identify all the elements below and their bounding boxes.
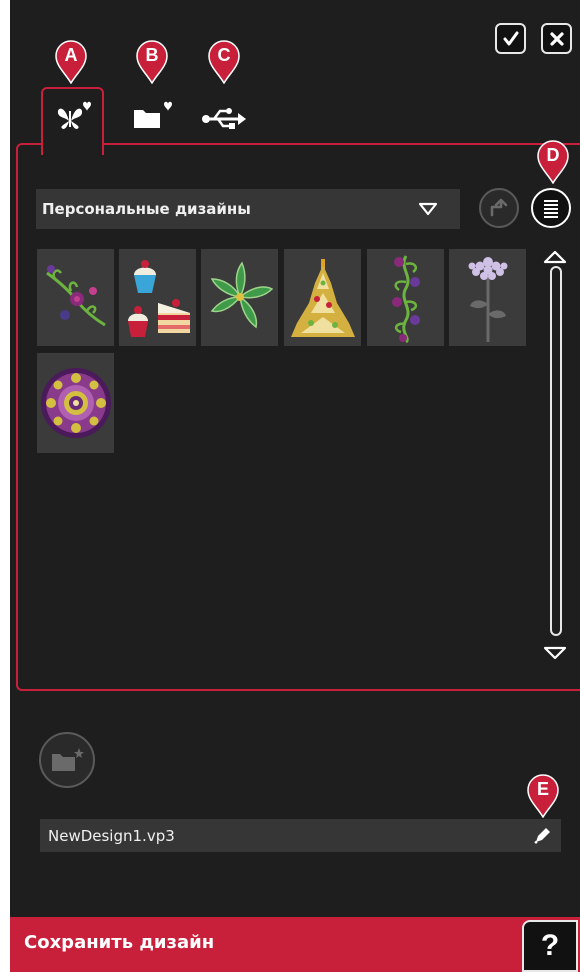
design-thumbnail[interactable] (201, 249, 278, 346)
flower-border-design-icon (391, 254, 420, 343)
page-title: Сохранить дизайн (24, 932, 215, 953)
personal-designs-icon (57, 101, 91, 129)
design-thumbnail[interactable] (449, 249, 526, 346)
close-button[interactable] (541, 23, 572, 54)
design-thumbnail[interactable] (119, 249, 196, 346)
new-folder-icon (52, 748, 84, 771)
usb-icon (202, 108, 246, 129)
filename-field[interactable]: NewDesign1.vp3 (40, 819, 561, 852)
marker-a: A (55, 40, 87, 88)
lilac-flower-design-icon (468, 256, 507, 342)
folder-select-label: Персональные дизайны (42, 200, 251, 218)
chevron-down-icon (418, 202, 438, 216)
tab-personal-files[interactable] (130, 98, 178, 134)
help-button[interactable]: ? (522, 920, 578, 972)
design-thumbnail[interactable] (367, 249, 444, 346)
scroll-up-arrow[interactable] (543, 250, 567, 264)
bottom-title-bar: Сохранить дизайн (10, 917, 580, 972)
confirm-button[interactable] (495, 23, 526, 54)
list-view-icon (544, 200, 558, 218)
marker-e: E (527, 774, 559, 822)
ornamental-tree-design-icon (290, 258, 355, 337)
filename-value: NewDesign1.vp3 (48, 826, 175, 845)
folder-select[interactable]: Персональные дизайны (36, 189, 460, 229)
scroll-down-arrow[interactable] (543, 646, 567, 660)
pencil-icon[interactable] (532, 826, 552, 846)
personal-files-icon (134, 101, 172, 128)
marker-b: B (136, 40, 168, 88)
checkmark-icon (503, 31, 518, 45)
tab-usb[interactable] (200, 102, 248, 132)
marker-d: D (537, 140, 569, 188)
floral-vine-design-icon (45, 264, 106, 326)
folder-up-button[interactable] (479, 188, 519, 228)
design-thumbnail[interactable] (37, 249, 114, 346)
list-view-button[interactable] (531, 188, 571, 228)
mandala-design-icon (40, 368, 111, 438)
design-thumbnail[interactable] (284, 249, 361, 346)
green-flower-design-icon (210, 260, 273, 328)
tab-personal-designs[interactable] (41, 87, 104, 155)
folder-up-icon (490, 198, 508, 217)
new-folder-button[interactable] (39, 732, 95, 788)
close-icon (549, 31, 564, 46)
design-thumbnail[interactable] (37, 353, 114, 453)
scrollbar-track[interactable] (550, 266, 562, 636)
marker-c: C (208, 40, 240, 88)
cupcakes-design-icon (127, 259, 190, 337)
